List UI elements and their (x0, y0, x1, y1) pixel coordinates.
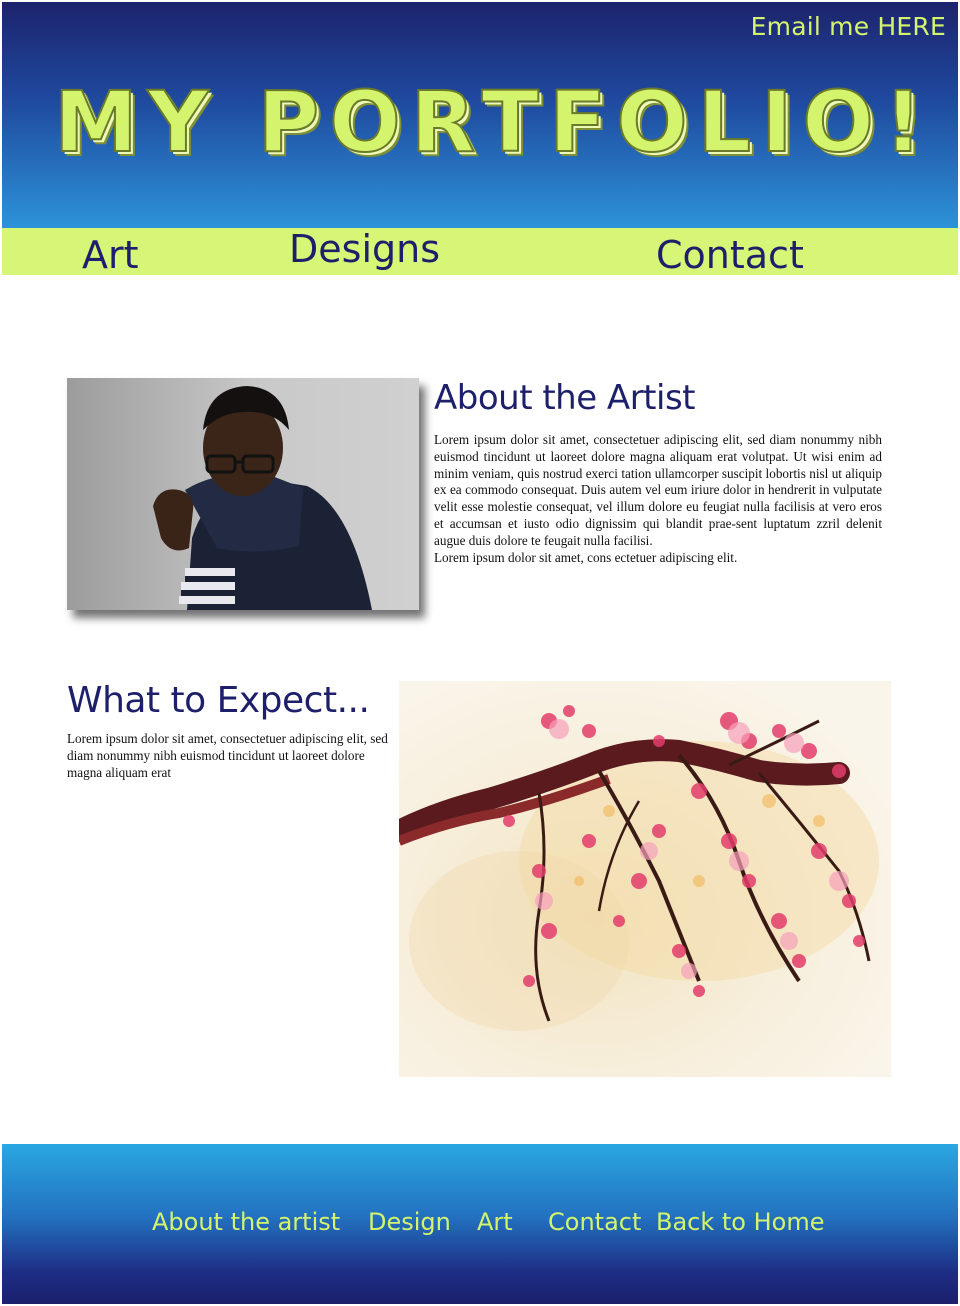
expect-heading: What to Expect... (67, 680, 370, 721)
about-text: Lorem ipsum dolor sit amet, consectetuer… (434, 432, 882, 566)
site-title-wrap: MY PORTFOLIO! (53, 73, 933, 171)
footer-link-home[interactable]: Back to Home (656, 1208, 825, 1236)
nav-contact[interactable]: Contact (656, 232, 804, 279)
expect-text: Lorem ipsum dolor sit amet, consectetuer… (67, 731, 388, 780)
cherry-blossom-image (399, 705, 879, 1031)
navbar: Art Designs Contact (2, 226, 958, 277)
nav-art[interactable]: Art (82, 232, 139, 279)
email-link[interactable]: Email me HERE (751, 12, 946, 41)
about-heading: About the Artist (434, 378, 696, 418)
artist-photo-image (153, 386, 372, 610)
footer: About the artist Design Art Contact Back… (2, 1144, 958, 1304)
about-body-line2: Lorem ipsum dolor sit amet, cons ectetue… (434, 549, 738, 565)
nav-designs[interactable]: Designs (289, 226, 440, 273)
footer-link-contact[interactable]: Contact (548, 1208, 641, 1236)
footer-link-about[interactable]: About the artist (152, 1208, 340, 1236)
about-body: Lorem ipsum dolor sit amet, consectetuer… (434, 432, 882, 548)
cherry-blossom-painting (399, 681, 891, 1077)
artist-photo (67, 378, 419, 610)
site-title: MY PORTFOLIO! (53, 73, 933, 171)
footer-link-art[interactable]: Art (477, 1208, 513, 1236)
page: Email me HERE MY PORTFOLIO! Art Designs … (2, 2, 958, 1304)
footer-link-design[interactable]: Design (368, 1208, 451, 1236)
header: Email me HERE MY PORTFOLIO! (2, 2, 958, 228)
